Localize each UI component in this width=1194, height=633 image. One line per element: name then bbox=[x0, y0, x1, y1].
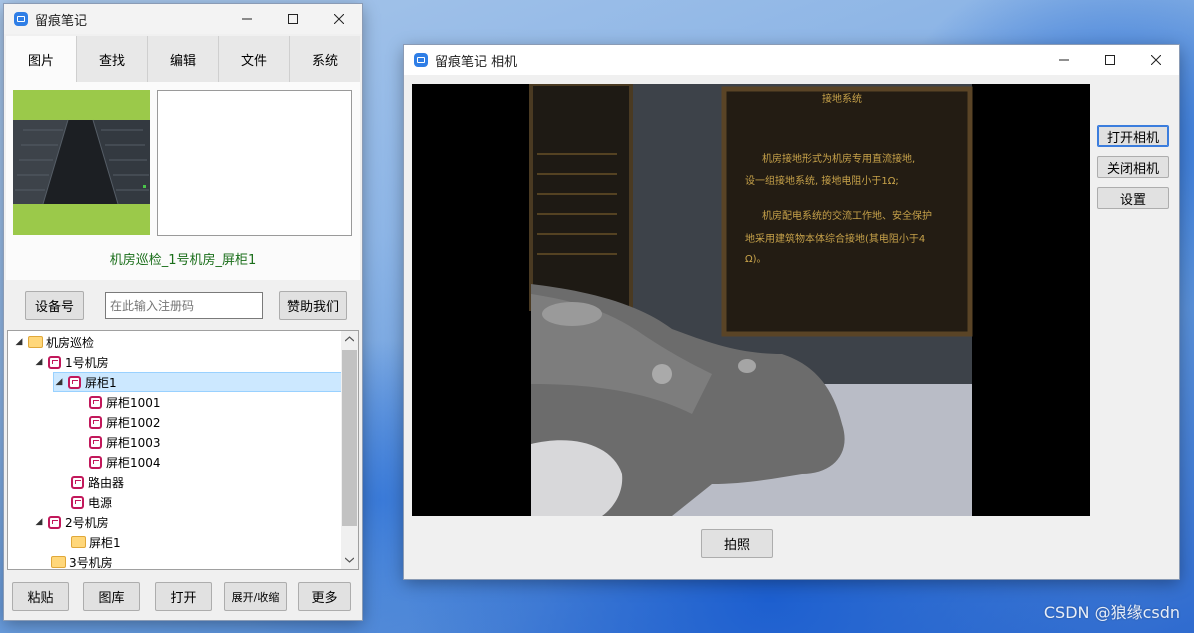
tree-node-power[interactable]: 电源 bbox=[71, 492, 112, 512]
camera-frame-image: 接地系统 机房接地形式为机房专用直流接地, 设一组接地系统, 接地电阻小于1Ω;… bbox=[412, 84, 1090, 516]
tab-images[interactable]: 图片 bbox=[6, 36, 77, 83]
image-preview-box bbox=[157, 90, 352, 236]
sign-line-2: 设一组接地系统, 接地电阻小于1Ω; bbox=[745, 174, 899, 187]
paste-button[interactable]: 粘贴 bbox=[12, 582, 69, 611]
expanded-arrow-icon[interactable]: ◢ bbox=[14, 337, 24, 347]
tree-node-label: 屏柜1 bbox=[89, 535, 121, 550]
tree-node-cabinet1-selected[interactable]: ◢ 屏柜1 bbox=[53, 372, 347, 392]
expanded-arrow-icon[interactable]: ◢ bbox=[34, 357, 44, 367]
note-icon bbox=[89, 415, 102, 429]
app-icon bbox=[14, 12, 28, 26]
folder-icon bbox=[51, 556, 66, 568]
minimize-button[interactable] bbox=[224, 4, 270, 34]
folder-icon bbox=[28, 336, 43, 348]
gallery-button[interactable]: 图库 bbox=[83, 582, 140, 611]
maximize-button[interactable] bbox=[1087, 45, 1133, 75]
tree-node-label: 机房巡检 bbox=[46, 335, 95, 350]
camera-window-title: 留痕笔记 相机 bbox=[435, 54, 518, 70]
tree-node-label: 屏柜1002 bbox=[106, 415, 161, 430]
tree-scrollbar[interactable] bbox=[341, 331, 358, 569]
open-camera-button[interactable]: 打开相机 bbox=[1097, 125, 1169, 147]
scrollbar-thumb[interactable] bbox=[342, 350, 357, 526]
tree-node-label: 1号机房 bbox=[65, 355, 109, 370]
sign-line-3: 机房配电系统的交流工作地、安全保护 bbox=[762, 209, 932, 222]
camera-preview: 接地系统 机房接地形式为机房专用直流接地, 设一组接地系统, 接地电阻小于1Ω;… bbox=[412, 84, 1090, 516]
donate-button[interactable]: 赞助我们 bbox=[279, 291, 347, 320]
register-code-input[interactable] bbox=[105, 292, 263, 319]
tab-search[interactable]: 查找 bbox=[77, 36, 148, 82]
note-icon bbox=[48, 515, 61, 529]
tree-node-room3[interactable]: 3号机房 bbox=[51, 552, 113, 570]
tab-edit[interactable]: 编辑 bbox=[148, 36, 219, 82]
tree-node-cabinet1001[interactable]: 屏柜1001 bbox=[89, 392, 161, 412]
tree-node-room2-cabinet1[interactable]: 屏柜1 bbox=[71, 532, 121, 552]
camera-window: 留痕笔记 相机 接地系统 机房接地形式为机房专用直流接地, 设一组接地系统, 接… bbox=[404, 45, 1179, 579]
tree-node-label: 屏柜1004 bbox=[106, 455, 161, 470]
scroll-up-icon bbox=[345, 336, 354, 342]
note-icon bbox=[71, 475, 84, 489]
close-icon bbox=[334, 14, 344, 24]
note-icon bbox=[48, 355, 61, 369]
note-icon bbox=[71, 495, 84, 509]
tree-node-label: 电源 bbox=[88, 495, 113, 510]
tree-node-cabinet1004[interactable]: 屏柜1004 bbox=[89, 452, 161, 472]
folder-icon bbox=[71, 536, 86, 548]
minimize-icon bbox=[1059, 59, 1069, 61]
tree-node-router[interactable]: 路由器 bbox=[71, 472, 124, 492]
close-button[interactable] bbox=[1133, 45, 1179, 75]
sign-title: 接地系统 bbox=[822, 92, 862, 105]
expand-collapse-button[interactable]: 展开/收缩 bbox=[224, 582, 287, 611]
tree-node-label: 2号机房 bbox=[65, 515, 109, 530]
note-tree[interactable]: ◢ 机房巡检 ◢ 1号机房 ◢ 屏柜1 屏柜1001 屏柜1002 屏柜1003 bbox=[7, 330, 359, 570]
tab-file[interactable]: 文件 bbox=[219, 36, 290, 82]
maximize-button[interactable] bbox=[270, 4, 316, 34]
scroll-down-icon bbox=[345, 557, 354, 563]
main-tabs: 图片 查找 编辑 文件 系统 bbox=[6, 36, 360, 83]
image-caption: 机房巡检_1号机房_屏柜1 bbox=[109, 253, 257, 268]
main-window: 留痕笔记 图片 查找 编辑 文件 系统 机房巡检_1号机房_屏柜1 设备号 在此… bbox=[4, 4, 362, 620]
tree-node-label: 路由器 bbox=[88, 475, 125, 490]
sign-line-5: Ω)。 bbox=[745, 254, 767, 265]
expanded-arrow-icon[interactable]: ◢ bbox=[54, 377, 64, 387]
camera-titlebar[interactable]: 留痕笔记 相机 bbox=[404, 45, 1179, 75]
minimize-button[interactable] bbox=[1041, 45, 1087, 75]
note-icon bbox=[68, 375, 81, 389]
tab-system: 系统 bbox=[290, 36, 360, 82]
device-id-button[interactable]: 设备号 bbox=[25, 291, 84, 320]
note-icon bbox=[89, 435, 102, 449]
tree-node-cabinet1003[interactable]: 屏柜1003 bbox=[89, 432, 161, 452]
note-icon bbox=[89, 395, 102, 409]
tree-node-label: 屏柜1003 bbox=[106, 435, 161, 450]
close-icon bbox=[1151, 55, 1161, 65]
maximize-icon bbox=[1105, 55, 1115, 65]
tree-node-label: 屏柜1 bbox=[85, 375, 117, 390]
tree-node-root[interactable]: ◢ 机房巡检 bbox=[14, 332, 94, 352]
more-button[interactable]: 更多 bbox=[298, 582, 351, 611]
close-camera-button[interactable]: 关闭相机 bbox=[1097, 156, 1169, 178]
main-titlebar[interactable]: 留痕笔记 bbox=[4, 4, 362, 34]
camera-settings-button[interactable]: 设置 bbox=[1097, 187, 1169, 209]
close-button[interactable] bbox=[316, 4, 362, 34]
note-icon bbox=[89, 455, 102, 469]
tree-node-cabinet1002[interactable]: 屏柜1002 bbox=[89, 412, 161, 432]
capture-button[interactable]: 拍照 bbox=[701, 529, 773, 558]
minimize-icon bbox=[242, 18, 252, 20]
tree-node-label: 屏柜1001 bbox=[106, 395, 161, 410]
tree-node-room1[interactable]: ◢ 1号机房 bbox=[34, 352, 109, 372]
window-title: 留痕笔记 bbox=[35, 13, 88, 29]
sign-line-1: 机房接地形式为机房专用直流接地, bbox=[762, 152, 915, 165]
expanded-arrow-icon[interactable]: ◢ bbox=[34, 517, 44, 527]
tree-node-room2[interactable]: ◢ 2号机房 bbox=[34, 512, 109, 532]
app-icon bbox=[414, 53, 428, 67]
image-thumbnail[interactable] bbox=[13, 90, 150, 235]
watermark: CSDN @狼缘csdn bbox=[1043, 603, 1180, 622]
maximize-icon bbox=[288, 14, 298, 24]
image-panel: 机房巡检_1号机房_屏柜1 bbox=[6, 82, 360, 280]
sign-line-4: 地采用建筑物本体综合接地(其电阻小于4 bbox=[745, 232, 925, 245]
tree-node-label: 3号机房 bbox=[69, 555, 113, 570]
open-button[interactable]: 打开 bbox=[155, 582, 212, 611]
